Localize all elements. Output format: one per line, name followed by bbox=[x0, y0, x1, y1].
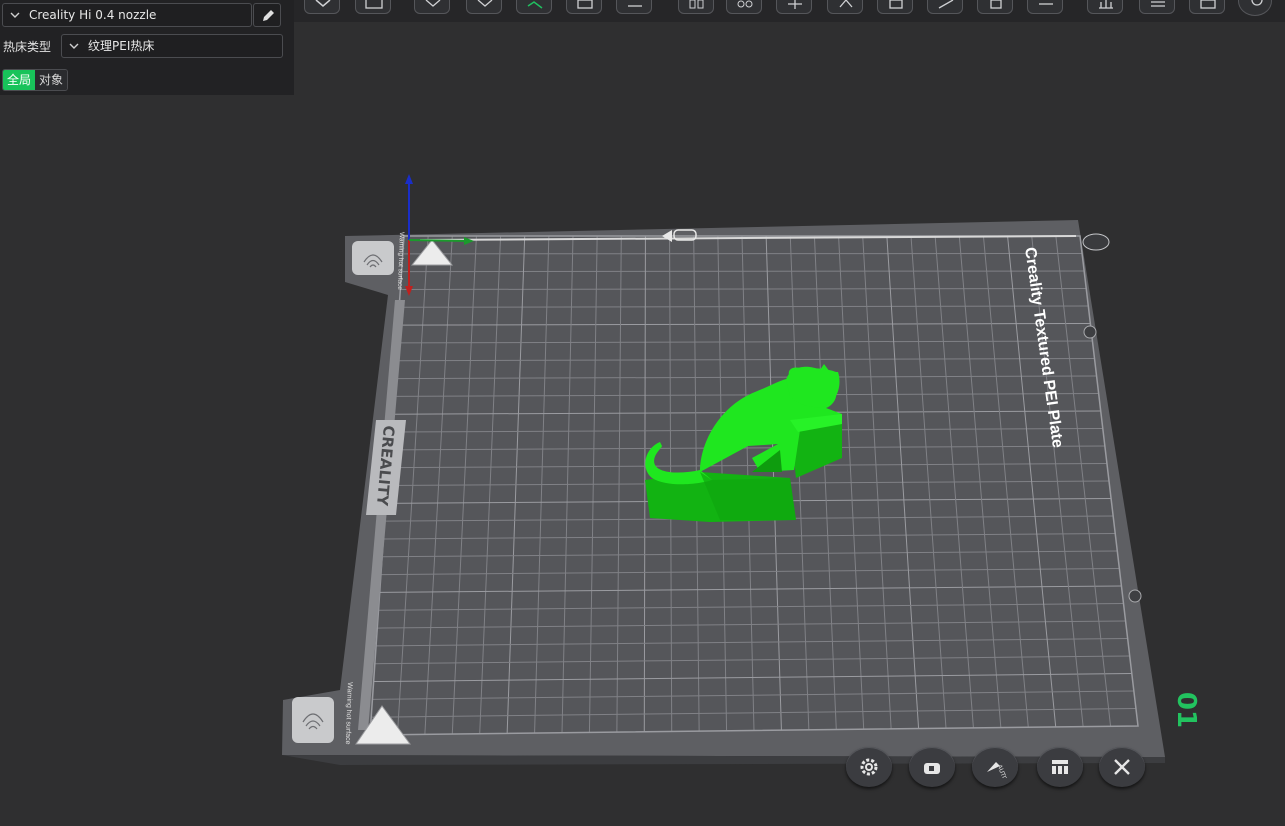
tab-object[interactable]: 对象 bbox=[35, 70, 68, 90]
cube-top-icon[interactable] bbox=[414, 0, 450, 14]
left-settings-panel: Creality Hi 0.4 nozzle 热床类型 纹理PEI热床 全局 对… bbox=[0, 0, 294, 95]
lock-icon bbox=[924, 763, 940, 774]
chevron-down-icon bbox=[69, 43, 79, 49]
fingerprint-icon bbox=[352, 241, 394, 275]
support-paint-icon[interactable] bbox=[977, 0, 1013, 14]
measure-icon[interactable] bbox=[1087, 0, 1123, 14]
plate-settings-button[interactable] bbox=[846, 747, 892, 787]
plate-lock-button[interactable] bbox=[909, 747, 955, 787]
close-icon bbox=[1114, 759, 1130, 775]
tab-global[interactable]: 全局 bbox=[3, 70, 36, 90]
emboss-icon[interactable] bbox=[1189, 0, 1225, 14]
chevron-down-icon bbox=[10, 12, 20, 18]
top-toolbar bbox=[294, 0, 1285, 22]
auto-orient-button[interactable]: AUTO bbox=[972, 747, 1018, 787]
cube-view-icon[interactable] bbox=[304, 0, 340, 14]
bed-type-value: 纹理PEI热床 bbox=[88, 39, 155, 53]
keyboard-icon[interactable] bbox=[355, 0, 391, 14]
cut-icon[interactable] bbox=[927, 0, 963, 14]
rotate-icon[interactable] bbox=[827, 0, 863, 14]
scope-toggle: 全局 对象 bbox=[2, 69, 69, 91]
arrange-icon bbox=[1052, 760, 1068, 774]
arrange-icon[interactable] bbox=[566, 0, 602, 14]
edit-preset-button[interactable] bbox=[253, 3, 281, 27]
auto-orient-icon: AUTO bbox=[987, 762, 1008, 778]
plate-corner-icon bbox=[1082, 233, 1110, 251]
plate-number: 01 bbox=[1171, 691, 1202, 729]
variable-layer-icon[interactable] bbox=[1139, 0, 1175, 14]
arrange-plate-button[interactable] bbox=[1037, 747, 1083, 787]
split-objects-icon[interactable] bbox=[678, 0, 714, 14]
layout-icon[interactable] bbox=[616, 0, 652, 14]
scale-icon[interactable] bbox=[877, 0, 913, 14]
seam-icon[interactable] bbox=[1027, 0, 1063, 14]
bed-type-label: 热床类型 bbox=[3, 40, 52, 54]
move-icon[interactable] bbox=[776, 0, 812, 14]
settings-icon bbox=[860, 758, 878, 776]
viewport-3d[interactable]: Creality Textured PEI Plate CREALITY War… bbox=[0, 0, 1285, 826]
bed-type-select[interactable]: 纹理PEI热床 bbox=[61, 34, 283, 58]
pencil-icon bbox=[263, 10, 274, 21]
cube-bottom-icon[interactable] bbox=[466, 0, 502, 14]
delete-plate-button[interactable] bbox=[1099, 747, 1145, 787]
split-parts-icon[interactable] bbox=[726, 0, 762, 14]
fingerprint-icon bbox=[292, 697, 334, 743]
auto-label: AUTO bbox=[996, 764, 1008, 778]
printer-preset-select[interactable]: Creality Hi 0.4 nozzle bbox=[2, 3, 252, 27]
printer-preset-value: Creality Hi 0.4 nozzle bbox=[29, 8, 157, 22]
slice-view-icon[interactable] bbox=[516, 0, 552, 14]
assembly-icon[interactable] bbox=[1238, 0, 1272, 16]
